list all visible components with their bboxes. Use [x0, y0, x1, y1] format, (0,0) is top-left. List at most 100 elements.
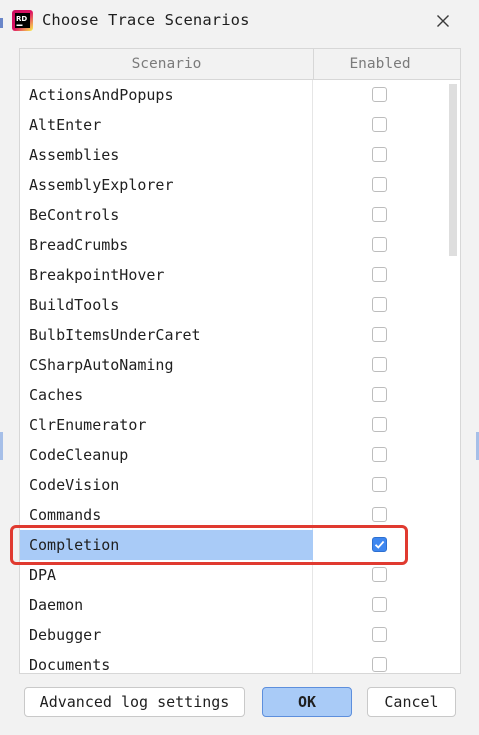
dialog-footer: Advanced log settings OK Cancel — [0, 674, 479, 735]
scenario-name-cell: CodeCleanup — [20, 440, 313, 470]
enabled-checkbox[interactable] — [372, 87, 387, 102]
enabled-cell — [314, 470, 446, 500]
scenario-name-cell: BreadCrumbs — [20, 230, 313, 260]
table-row[interactable]: BeControls — [20, 200, 446, 230]
table-row[interactable]: BulbItemsUnderCaret — [20, 320, 446, 350]
table-row[interactable]: ClrEnumerator — [20, 410, 446, 440]
enabled-cell — [314, 440, 446, 470]
enabled-cell — [314, 80, 446, 110]
enabled-cell — [314, 140, 446, 170]
table-row[interactable]: Documents — [20, 650, 446, 673]
vertical-scrollbar[interactable] — [446, 80, 460, 673]
scenarios-table: Scenario Enabled ActionsAndPopups AltEnte… — [19, 48, 461, 674]
choose-trace-scenarios-dialog: RD Choose Trace Scenarios Scenario Enabl… — [0, 0, 479, 735]
table-row[interactable]: Caches — [20, 380, 446, 410]
enabled-cell — [314, 230, 446, 260]
enabled-cell — [314, 590, 446, 620]
enabled-cell — [314, 500, 446, 530]
table-row[interactable]: Completion — [20, 530, 446, 560]
scenario-name-cell: Assemblies — [20, 140, 313, 170]
enabled-checkbox[interactable] — [372, 507, 387, 522]
enabled-checkbox[interactable] — [372, 117, 387, 132]
enabled-cell — [314, 560, 446, 590]
scenario-name-cell: BreakpointHover — [20, 260, 313, 290]
table-row[interactable]: Daemon — [20, 590, 446, 620]
rider-app-icon: RD — [12, 10, 33, 31]
table-row[interactable]: ActionsAndPopups — [20, 80, 446, 110]
close-icon — [437, 15, 449, 27]
enabled-cell — [314, 650, 446, 673]
enabled-checkbox[interactable] — [372, 537, 387, 552]
table-row[interactable]: CodeCleanup — [20, 440, 446, 470]
svg-text:RD: RD — [16, 15, 27, 23]
column-header-scenario[interactable]: Scenario — [20, 49, 314, 79]
enabled-checkbox[interactable] — [372, 447, 387, 462]
scenario-name-cell: AssemblyExplorer — [20, 170, 313, 200]
scenario-name-cell: Daemon — [20, 590, 313, 620]
enabled-cell — [314, 200, 446, 230]
enabled-checkbox[interactable] — [372, 207, 387, 222]
scenario-name-cell: Documents — [20, 650, 313, 673]
enabled-checkbox[interactable] — [372, 417, 387, 432]
enabled-checkbox[interactable] — [372, 597, 387, 612]
title-bar: RD Choose Trace Scenarios — [0, 0, 479, 42]
background-accent — [0, 432, 3, 460]
table-row[interactable]: BuildTools — [20, 290, 446, 320]
column-header-enabled[interactable]: Enabled — [314, 49, 446, 79]
enabled-cell — [314, 410, 446, 440]
table-row[interactable]: Assemblies — [20, 140, 446, 170]
enabled-cell — [314, 530, 446, 560]
enabled-checkbox[interactable] — [372, 477, 387, 492]
table-row[interactable]: CSharpAutoNaming — [20, 350, 446, 380]
scenario-name-cell: Completion — [20, 530, 313, 560]
scenario-name-cell: BuildTools — [20, 290, 313, 320]
background-window-edge — [0, 0, 4, 735]
enabled-cell — [314, 110, 446, 140]
enabled-cell — [314, 290, 446, 320]
cancel-button[interactable]: Cancel — [367, 687, 456, 717]
table-row[interactable]: DPA — [20, 560, 446, 590]
scenario-name-cell: DPA — [20, 560, 313, 590]
scenario-name-cell: ActionsAndPopups — [20, 80, 313, 110]
table-row[interactable]: BreadCrumbs — [20, 230, 446, 260]
dialog-title: Choose Trace Scenarios — [42, 11, 250, 29]
enabled-checkbox[interactable] — [372, 267, 387, 282]
table-row[interactable]: Debugger — [20, 620, 446, 650]
enabled-checkbox[interactable] — [372, 357, 387, 372]
scenario-name-cell: Caches — [20, 380, 313, 410]
table-row[interactable]: Commands — [20, 500, 446, 530]
table-row[interactable]: BreakpointHover — [20, 260, 446, 290]
enabled-cell — [314, 320, 446, 350]
scenario-name-cell: ClrEnumerator — [20, 410, 313, 440]
scenario-name-cell: BulbItemsUnderCaret — [20, 320, 313, 350]
enabled-checkbox[interactable] — [372, 177, 387, 192]
enabled-cell — [314, 260, 446, 290]
scenario-name-cell: CodeVision — [20, 470, 313, 500]
checkmark-icon — [374, 540, 385, 549]
enabled-checkbox[interactable] — [372, 327, 387, 342]
scenario-name-cell: AltEnter — [20, 110, 313, 140]
enabled-checkbox[interactable] — [372, 387, 387, 402]
advanced-log-settings-button[interactable]: Advanced log settings — [24, 687, 245, 717]
table-row[interactable]: AssemblyExplorer — [20, 170, 446, 200]
table-row[interactable]: AltEnter — [20, 110, 446, 140]
enabled-checkbox[interactable] — [372, 657, 387, 672]
scenario-name-cell: CSharpAutoNaming — [20, 350, 313, 380]
scenario-name-cell: Commands — [20, 500, 313, 530]
enabled-cell — [314, 380, 446, 410]
ok-button[interactable]: OK — [262, 687, 352, 717]
scrollbar-thumb[interactable] — [449, 84, 457, 256]
enabled-checkbox[interactable] — [372, 297, 387, 312]
scenario-name-cell: BeControls — [20, 200, 313, 230]
enabled-cell — [314, 350, 446, 380]
table-row[interactable]: CodeVision — [20, 470, 446, 500]
enabled-checkbox[interactable] — [372, 627, 387, 642]
close-button[interactable] — [432, 10, 454, 32]
table-header: Scenario Enabled — [20, 49, 460, 80]
scenario-name-cell: Debugger — [20, 620, 313, 650]
enabled-cell — [314, 170, 446, 200]
enabled-checkbox[interactable] — [372, 567, 387, 582]
enabled-checkbox[interactable] — [372, 147, 387, 162]
enabled-cell — [314, 620, 446, 650]
enabled-checkbox[interactable] — [372, 237, 387, 252]
